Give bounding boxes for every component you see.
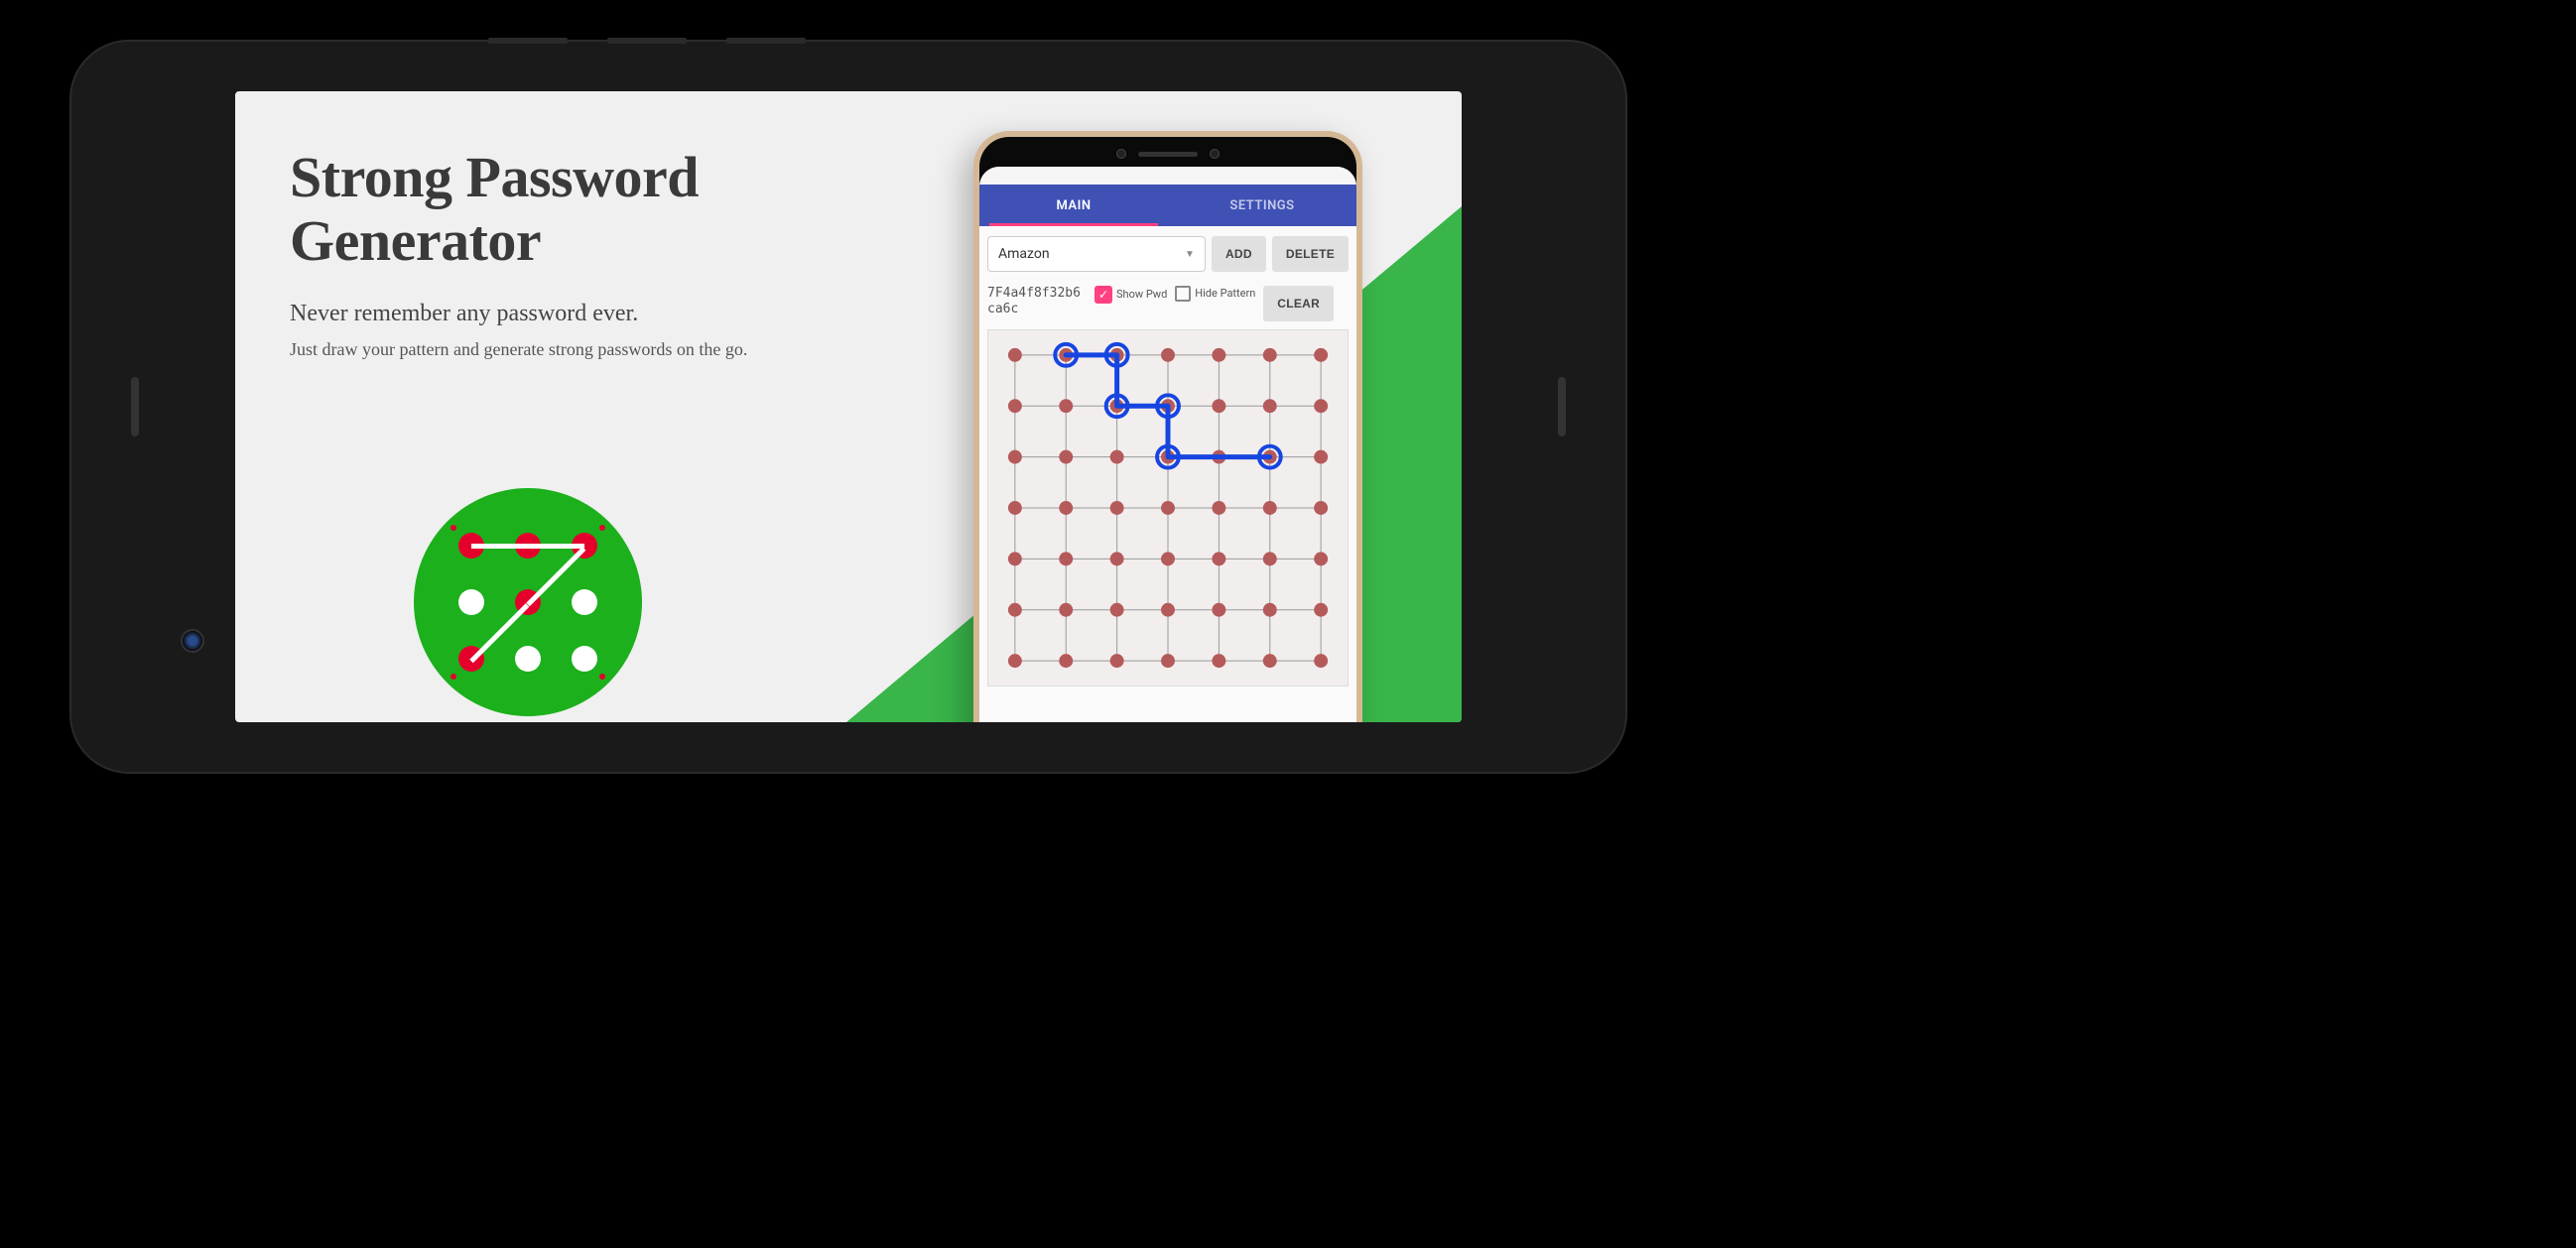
hide-pattern-checkbox[interactable]: Hide Pattern (1175, 286, 1255, 302)
tab-settings[interactable]: SETTINGS (1168, 185, 1356, 226)
marketing-screen: Strong Password Generator Never remember… (235, 91, 1462, 722)
pattern-svg (988, 330, 1348, 686)
phone-hardware-buttons (488, 38, 806, 44)
hero-text-block: Strong Password Generator Never remember… (290, 146, 845, 362)
unchecked-box-icon (1175, 286, 1191, 302)
hero-body: Just draw your pattern and generate stro… (290, 337, 845, 362)
generated-password: 7F4a4f8f32b6ca6c (987, 286, 1087, 316)
portrait-phone-mock: MAIN SETTINGS Amazon ▼ ADD DELETE 7F4a4f… (973, 131, 1362, 722)
show-pwd-checkbox[interactable]: ✓ Show Pwd (1095, 286, 1167, 304)
dropdown-selected: Amazon (998, 246, 1050, 262)
chevron-down-icon: ▼ (1185, 249, 1195, 260)
add-button[interactable]: ADD (1212, 236, 1266, 272)
app-logo-icon (414, 488, 642, 716)
hero-title: Strong Password Generator (290, 146, 845, 273)
hero-subtitle: Never remember any password ever. (290, 301, 845, 327)
pattern-grid[interactable] (987, 329, 1349, 686)
status-bar (979, 167, 1356, 185)
app-screen: MAIN SETTINGS Amazon ▼ ADD DELETE 7F4a4f… (979, 167, 1356, 722)
delete-button[interactable]: DELETE (1272, 236, 1349, 272)
checkmark-icon: ✓ (1095, 286, 1112, 304)
landscape-phone-frame: Strong Password Generator Never remember… (69, 40, 1627, 774)
service-dropdown[interactable]: Amazon ▼ (987, 236, 1206, 272)
clear-button[interactable]: CLEAR (1263, 286, 1334, 321)
phone-camera-icon (181, 629, 204, 653)
tab-main[interactable]: MAIN (979, 185, 1168, 226)
tab-bar: MAIN SETTINGS (979, 185, 1356, 226)
